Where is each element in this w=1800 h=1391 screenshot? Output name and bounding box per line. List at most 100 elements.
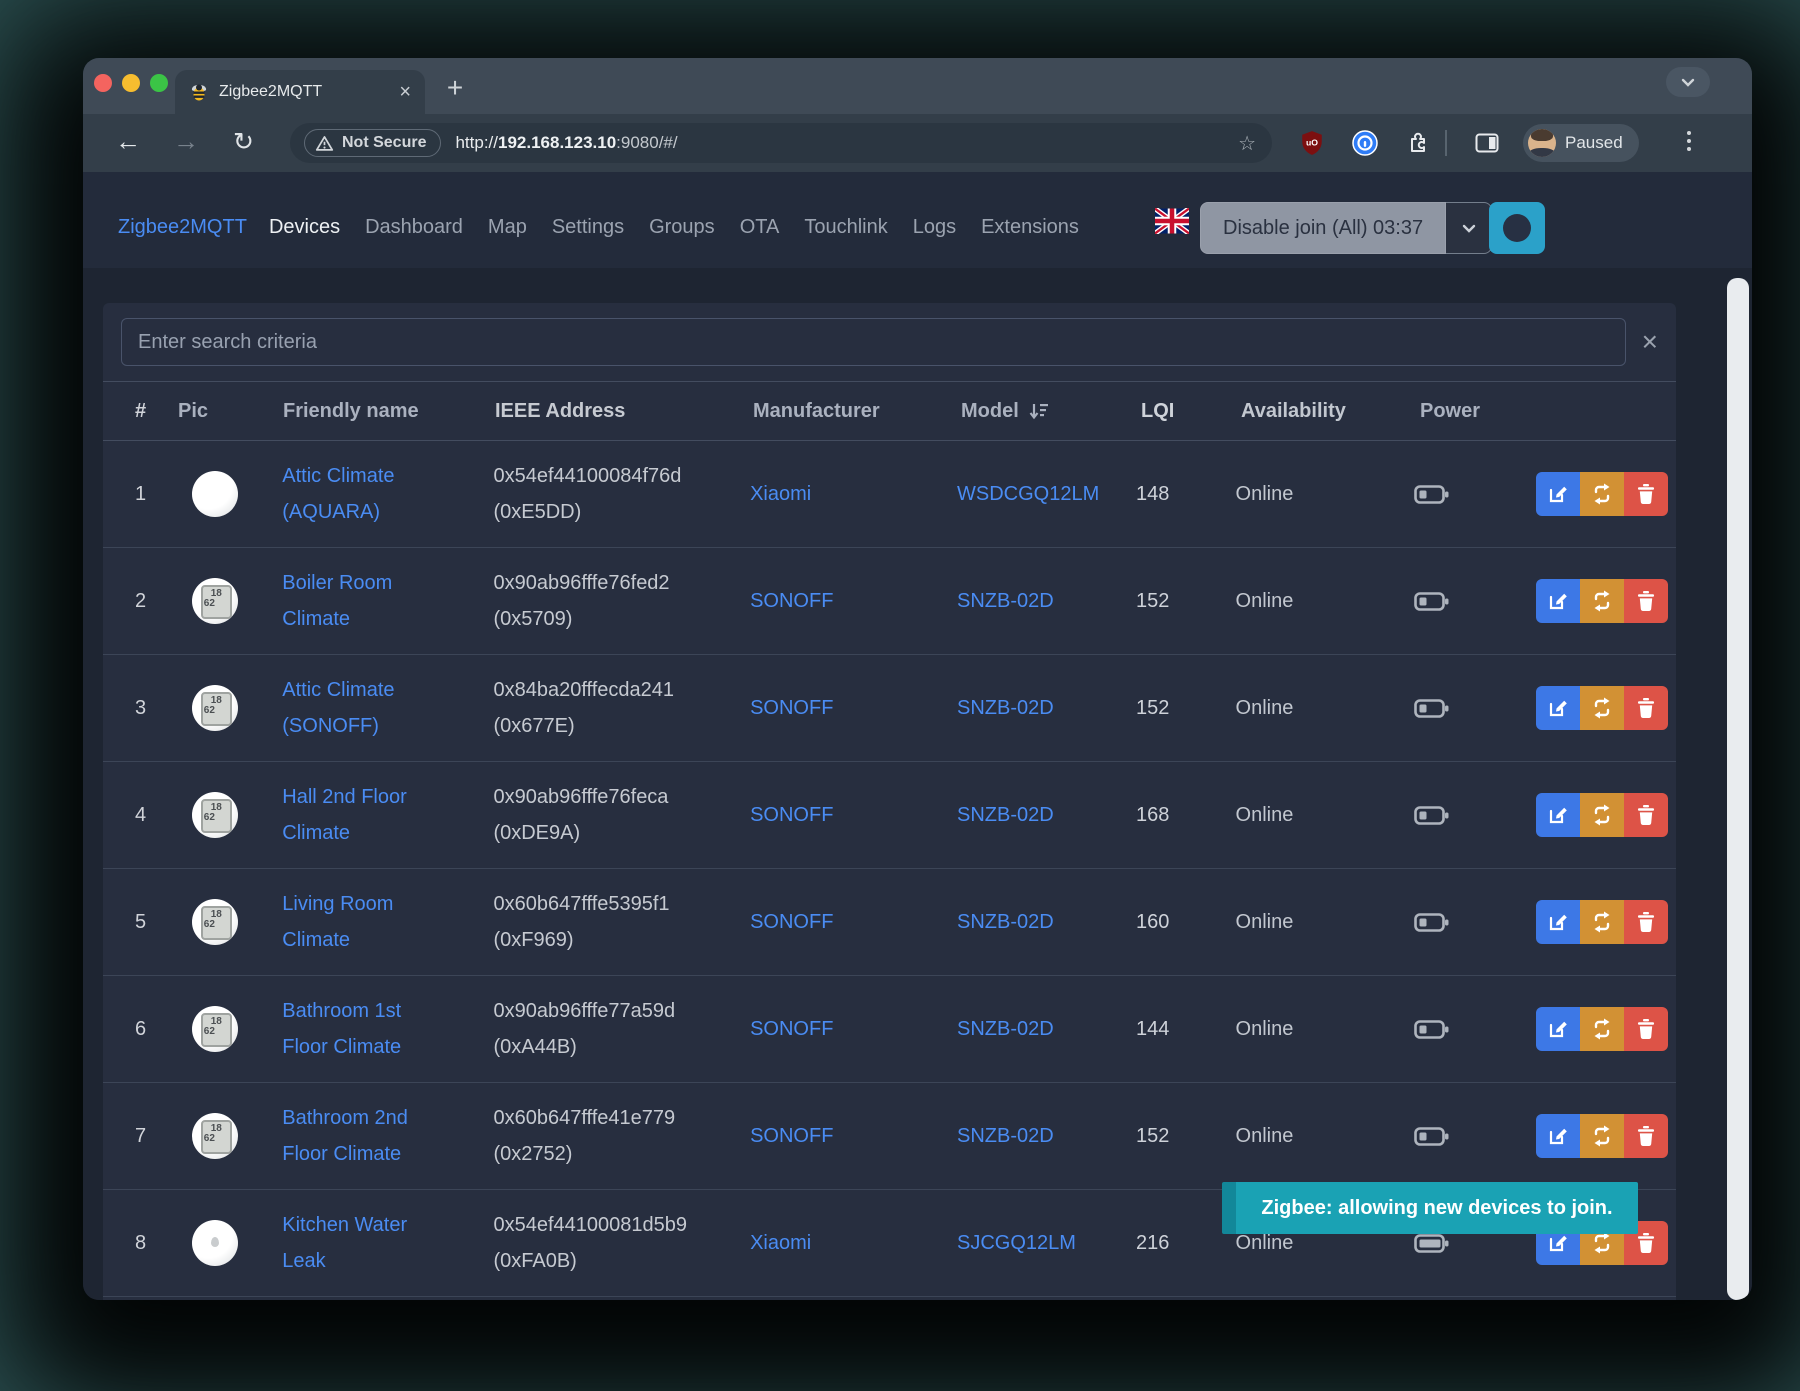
- edit-device-button[interactable]: [1536, 1114, 1580, 1158]
- friendly-name-link[interactable]: Bathroom 1st Floor Climate: [282, 1000, 401, 1058]
- device-image[interactable]: [192, 792, 238, 838]
- delete-device-button[interactable]: [1624, 472, 1668, 516]
- delete-device-button[interactable]: [1624, 793, 1668, 837]
- column-header-pic[interactable]: Pic: [171, 400, 276, 423]
- close-tab-icon[interactable]: ×: [399, 82, 411, 102]
- nav-item-extensions[interactable]: Extensions: [981, 216, 1079, 239]
- profile-chip[interactable]: Paused: [1523, 124, 1639, 162]
- reconfigure-device-button[interactable]: [1580, 900, 1624, 944]
- disable-join-button[interactable]: Disable join (All) 03:37: [1200, 202, 1446, 254]
- nav-item-touchlink[interactable]: Touchlink: [804, 216, 887, 239]
- friendly-name-link[interactable]: Attic Climate (SONOFF): [282, 679, 394, 737]
- brand-link[interactable]: Zigbee2MQTT: [118, 216, 247, 239]
- device-image[interactable]: [192, 1006, 238, 1052]
- fullscreen-window-button[interactable]: [150, 74, 168, 92]
- model-link[interactable]: SNZB-02D: [957, 697, 1054, 719]
- language-flag-icon[interactable]: [1155, 208, 1189, 234]
- scrollbar[interactable]: [1727, 278, 1749, 1300]
- column-header-lqi[interactable]: LQI: [1134, 400, 1234, 423]
- join-dropdown-toggle[interactable]: [1446, 202, 1492, 254]
- ublock-extension-icon[interactable]: uO: [1298, 129, 1326, 157]
- browser-tab[interactable]: Zigbee2MQTT ×: [175, 70, 425, 114]
- address-bar[interactable]: Not Secure http://192.168.123.10:9080/#/…: [290, 123, 1272, 163]
- model-link[interactable]: SNZB-02D: [957, 1125, 1054, 1147]
- manufacturer-link[interactable]: Xiaomi: [750, 483, 811, 505]
- browser-menu-icon[interactable]: [1679, 131, 1699, 151]
- reconfigure-device-button[interactable]: [1580, 1007, 1624, 1051]
- device-image[interactable]: [192, 578, 238, 624]
- manufacturer-link[interactable]: SONOFF: [750, 1125, 833, 1147]
- edit-device-button[interactable]: [1536, 579, 1580, 623]
- nav-item-logs[interactable]: Logs: [913, 216, 956, 239]
- column-header-model[interactable]: Model: [954, 400, 1134, 423]
- model-link[interactable]: SNZB-02D: [957, 911, 1054, 933]
- delete-device-button[interactable]: [1624, 900, 1668, 944]
- edit-device-button[interactable]: [1536, 472, 1580, 516]
- column-header-power[interactable]: Power: [1406, 400, 1536, 423]
- device-image[interactable]: [192, 685, 238, 731]
- column-header-availability[interactable]: Availability: [1234, 400, 1406, 423]
- column-header-ieee-address[interactable]: IEEE Address: [488, 393, 746, 429]
- reconfigure-device-button[interactable]: [1580, 793, 1624, 837]
- theme-toggle-button[interactable]: [1489, 202, 1545, 254]
- nav-item-dashboard[interactable]: Dashboard: [365, 216, 463, 239]
- manufacturer-link[interactable]: SONOFF: [750, 697, 833, 719]
- edit-device-button[interactable]: [1536, 793, 1580, 837]
- nav-item-devices[interactable]: Devices: [269, 216, 340, 239]
- reload-icon[interactable]: ↻: [233, 127, 254, 157]
- toast-notification[interactable]: Zigbee: allowing new devices to join.: [1222, 1182, 1638, 1234]
- onepassword-extension-icon[interactable]: [1351, 129, 1379, 157]
- manufacturer-link[interactable]: SONOFF: [750, 1018, 833, 1040]
- edit-device-button[interactable]: [1536, 1007, 1580, 1051]
- extensions-puzzle-icon[interactable]: [1403, 129, 1431, 157]
- close-window-button[interactable]: [94, 74, 112, 92]
- friendly-name-link[interactable]: Hall 2nd Floor Climate: [282, 786, 407, 844]
- edit-device-button[interactable]: [1536, 900, 1580, 944]
- model-link[interactable]: SNZB-02D: [957, 804, 1054, 826]
- delete-device-button[interactable]: [1624, 579, 1668, 623]
- manufacturer-link[interactable]: SONOFF: [750, 590, 833, 612]
- friendly-name-link[interactable]: Bathroom 2nd Floor Climate: [282, 1107, 408, 1165]
- reconfigure-device-button[interactable]: [1580, 686, 1624, 730]
- friendly-name-link[interactable]: Living Room Climate: [282, 893, 393, 951]
- manufacturer-link[interactable]: SONOFF: [750, 804, 833, 826]
- forward-icon[interactable]: →: [173, 126, 199, 157]
- model-link[interactable]: WSDCGQ12LM: [957, 483, 1099, 505]
- new-tab-button[interactable]: +: [435, 72, 475, 104]
- column-header-manufacturer[interactable]: Manufacturer: [746, 400, 954, 423]
- delete-device-button[interactable]: [1624, 1007, 1668, 1051]
- nav-item-ota[interactable]: OTA: [740, 216, 780, 239]
- side-panel-icon[interactable]: [1473, 129, 1501, 157]
- device-image[interactable]: [192, 899, 238, 945]
- device-image[interactable]: [192, 1220, 238, 1266]
- window-controls[interactable]: [94, 74, 168, 92]
- model-link[interactable]: SNZB-02D: [957, 590, 1054, 612]
- tab-search-button[interactable]: [1666, 67, 1710, 97]
- delete-device-button[interactable]: [1624, 1114, 1668, 1158]
- manufacturer-link[interactable]: SONOFF: [750, 911, 833, 933]
- friendly-name-link[interactable]: Attic Climate (AQUARA): [282, 465, 394, 523]
- reconfigure-device-button[interactable]: [1580, 1114, 1624, 1158]
- minimize-window-button[interactable]: [122, 74, 140, 92]
- model-link[interactable]: SJCGQ12LM: [957, 1232, 1076, 1254]
- column-header--[interactable]: #: [103, 400, 171, 423]
- delete-device-button[interactable]: [1624, 686, 1668, 730]
- nav-item-groups[interactable]: Groups: [649, 216, 715, 239]
- nav-item-settings[interactable]: Settings: [552, 216, 624, 239]
- model-link[interactable]: SNZB-02D: [957, 1018, 1054, 1040]
- nav-item-map[interactable]: Map: [488, 216, 527, 239]
- edit-device-button[interactable]: [1536, 686, 1580, 730]
- column-header-friendly-name[interactable]: Friendly name: [276, 393, 488, 429]
- bookmark-star-icon[interactable]: ☆: [1238, 131, 1256, 156]
- friendly-name-link[interactable]: Boiler Room Climate: [282, 572, 392, 630]
- manufacturer-link[interactable]: Xiaomi: [750, 1232, 811, 1254]
- search-input[interactable]: [121, 318, 1626, 366]
- device-image[interactable]: [192, 471, 238, 517]
- clear-search-icon[interactable]: ×: [1642, 328, 1658, 356]
- reconfigure-device-button[interactable]: [1580, 579, 1624, 623]
- not-secure-badge[interactable]: Not Secure: [304, 129, 441, 157]
- friendly-name-link[interactable]: Kitchen Water Leak: [282, 1214, 407, 1272]
- back-icon[interactable]: ←: [115, 126, 141, 157]
- reconfigure-device-button[interactable]: [1580, 472, 1624, 516]
- device-image[interactable]: [192, 1113, 238, 1159]
